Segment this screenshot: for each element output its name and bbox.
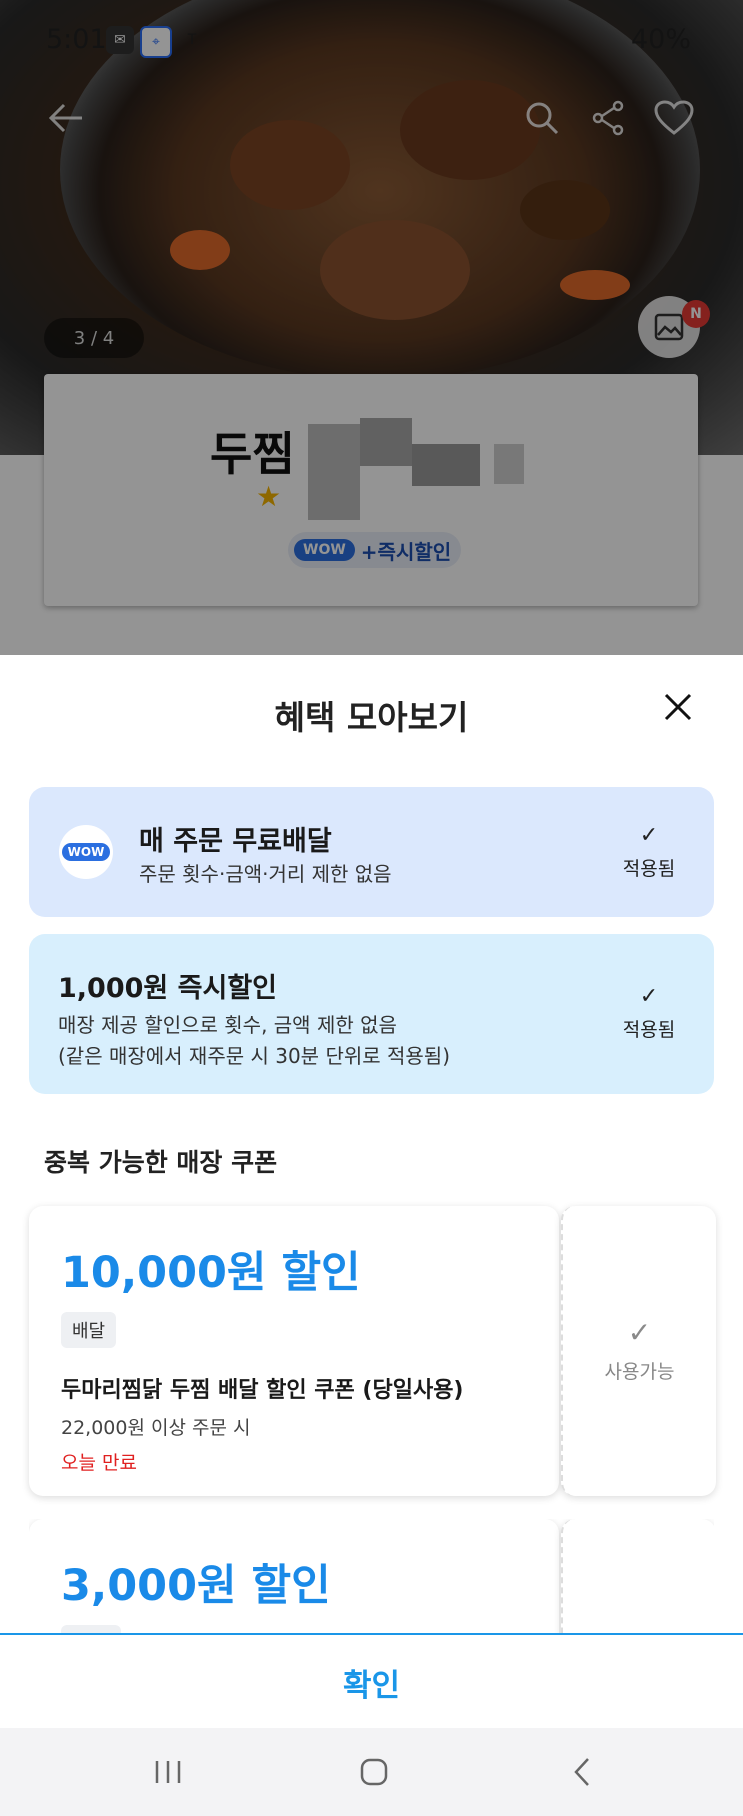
benefit-desc: 매장 제공 할인으로 횟수, 금액 제한 없음 [58,1013,397,1037]
close-icon [664,693,692,721]
sheet-title: 혜택 모아보기 [274,698,469,737]
back-icon[interactable] [552,1748,612,1796]
confirm-bar: 확인 [0,1633,743,1730]
coupon-section-title: 중복 가능한 매장 쿠폰 [44,1148,278,1177]
benefit-desc: 주문 횟수·금액·거리 제한 없음 [139,862,392,886]
benefit-title: 1,000원 즉시할인 [58,973,278,1004]
usable-status: ✓ 사용가능 [563,1316,716,1384]
applied-status: ✓ 적용됨 [614,984,684,1042]
benefit-desc-note: (같은 매장에서 재주문 시 30분 단위로 적용됨) [58,1044,450,1068]
benefit-title: 매 주문 무료배달 [139,826,332,857]
coupon-card[interactable]: 10,000원 할인 배달 두마리찜닭 두찜 배달 할인 쿠폰 (당일사용) 2… [29,1206,716,1496]
check-icon: ✓ [627,1316,652,1349]
coupon-status-panel[interactable]: ✓ 사용가능 [561,1206,716,1496]
benefit-instant-discount: 1,000원 즉시할인 매장 제공 할인으로 횟수, 금액 제한 없음 (같은 … [29,934,714,1094]
applied-label: 적용됨 [622,1019,676,1041]
check-icon: ✓ [639,823,659,848]
confirm-button[interactable]: 확인 [0,1635,743,1730]
system-nav-bar [0,1728,743,1816]
home-icon[interactable] [344,1748,404,1796]
coupon-expiry: 오늘 만료 [61,1452,137,1474]
usable-label: 사용가능 [604,1361,675,1383]
coupon-amount: 3,000원 할인 [61,1561,331,1611]
coupon-name: 두마리찜닭 두찜 배달 할인 쿠폰 (당일사용) [61,1378,464,1403]
wow-badge: WOW [61,843,111,861]
coupon-type-chip: 배달 [61,1312,117,1348]
coupon-main: 10,000원 할인 배달 두마리찜닭 두찜 배달 할인 쿠폰 (당일사용) 2… [29,1206,559,1496]
applied-label: 적용됨 [622,858,676,880]
wow-icon: WOW [59,825,113,879]
modal-overlay[interactable] [0,0,743,655]
close-button[interactable] [656,685,700,729]
recent-apps-icon[interactable] [138,1748,198,1796]
applied-status: ✓ 적용됨 [614,823,684,881]
coupon-condition: 22,000원 이상 주문 시 [61,1417,251,1439]
coupon-amount: 10,000원 할인 [61,1248,361,1298]
check-icon: ✓ [639,984,659,1009]
benefit-free-delivery: WOW 매 주문 무료배달 주문 횟수·금액·거리 제한 없음 ✓ 적용됨 [29,787,714,917]
